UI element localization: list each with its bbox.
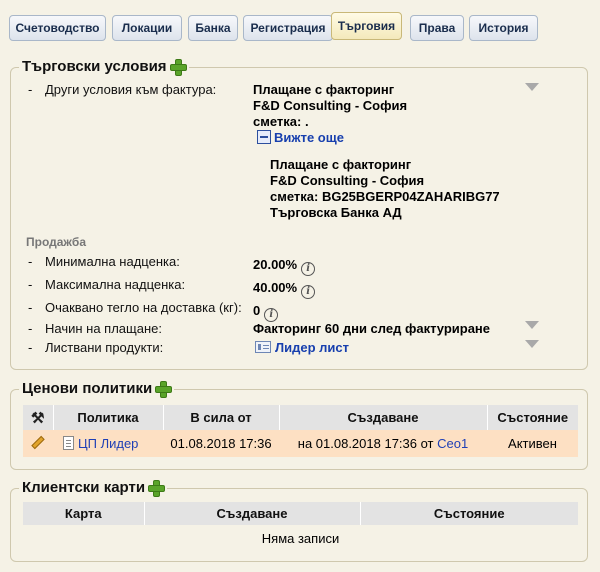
expand-invoice-terms-icon[interactable] <box>525 83 539 91</box>
max-markup-value: 40.00% i <box>253 280 316 299</box>
trade-terms-title: Търговски условия <box>22 58 167 75</box>
table-header-row: ⚒ Политика В сила от Създаване Състояние <box>23 405 578 430</box>
add-price-policy-icon[interactable] <box>154 380 173 398</box>
delivery-weight-label: Очаквано тегло на доставка (кг): <box>45 300 242 315</box>
tab-trade[interactable]: Търговия <box>331 12 402 40</box>
listed-products-label: Листвани продукти: <box>45 340 164 355</box>
created-by-link[interactable]: Ceo1 <box>437 436 468 451</box>
document-icon <box>63 436 74 450</box>
see-more-toggle[interactable]: Вижте още <box>257 130 344 145</box>
table-row: ЦП Лидер 01.08.2018 17:36 на 01.08.2018 … <box>23 430 578 457</box>
edit-cell[interactable] <box>23 430 53 457</box>
tab-history[interactable]: История <box>469 15 538 41</box>
bullet-dash: - <box>28 254 33 269</box>
empty-message: Няма записи <box>261 530 340 546</box>
payment-method-value: Факторинг 60 дни след фактуриране <box>253 321 491 336</box>
delivery-weight-text: 0 <box>253 303 261 318</box>
bullet-dash: - <box>28 340 33 355</box>
invoice-summary-line1: Плащане с факторинг <box>253 82 395 97</box>
add-client-card-icon[interactable] <box>147 479 166 497</box>
bullet-dash: - <box>28 82 33 97</box>
min-markup-value: 20.00% i <box>253 257 316 276</box>
trade-terms-legend: Търговски условия <box>19 58 189 76</box>
invoice-summary-line2: F&D Consulting - София <box>253 98 408 113</box>
created-cell: на 01.08.2018 17:36 от Ceo1 <box>279 430 487 457</box>
column-header: Политика <box>53 405 164 430</box>
info-icon[interactable]: i <box>301 285 316 299</box>
see-more-link[interactable]: Вижте още <box>274 130 344 145</box>
bullet-dash: - <box>28 277 33 292</box>
effective-from-cell: 01.08.2018 17:36 <box>163 430 279 457</box>
info-icon[interactable]: i <box>301 262 316 276</box>
pencil-icon[interactable] <box>31 435 45 450</box>
client-cards-legend: Клиентски карти <box>19 479 168 497</box>
info-icon[interactable]: i <box>264 308 279 322</box>
price-policies-table: ⚒ Политика В сила от Създаване Състояние… <box>23 405 578 457</box>
created-text: на 01.08.2018 17:36 от <box>297 436 434 451</box>
tab-locations[interactable]: Локации <box>112 15 182 41</box>
max-markup-label: Максимална надценка: <box>45 277 186 292</box>
invoice-summary-line3: сметка: . <box>253 114 309 129</box>
policy-link[interactable]: ЦП Лидер <box>78 436 138 451</box>
column-header: Карта <box>23 502 145 525</box>
column-header: Създаване <box>279 405 488 430</box>
price-policies-section: Ценови политики ⚒ Политика В сила от Съз… <box>10 380 588 470</box>
tab-accounting[interactable]: Счетоводство <box>9 15 106 41</box>
price-policies-title: Ценови политики <box>22 380 153 397</box>
trade-terms-section: Търговски условия - Други условия към фа… <box>10 58 588 370</box>
listed-products-value[interactable]: Лидер лист <box>255 340 349 355</box>
expand-payment-method-icon[interactable] <box>525 321 539 329</box>
column-header: В сила от <box>163 405 280 430</box>
column-header: Създаване <box>144 502 361 525</box>
policy-cell[interactable]: ЦП Лидер <box>53 430 163 457</box>
invoice-details-line3: сметка: BG25BGERP04ZAHARIBG77 <box>270 189 500 204</box>
add-trade-terms-icon[interactable] <box>169 58 187 76</box>
client-cards-table: Карта Създаване Състояние Няма записи <box>23 502 578 551</box>
max-markup-text: 40.00% <box>253 280 298 295</box>
price-policies-legend: Ценови политики <box>19 380 175 398</box>
status-cell: Активен <box>487 430 578 457</box>
invoice-details-line2: F&D Consulting - София <box>270 173 425 188</box>
client-cards-title: Клиентски карти <box>22 479 146 496</box>
tab-bank[interactable]: Банка <box>188 15 238 41</box>
tools-icon: ⚒ <box>31 409 45 427</box>
bullet-dash: - <box>28 321 33 336</box>
invoice-terms-label: Други условия към фактура: <box>45 82 217 97</box>
tab-rights[interactable]: Права <box>410 15 464 41</box>
min-markup-text: 20.00% <box>253 257 298 272</box>
payment-method-label: Начин на плащане: <box>45 321 162 336</box>
sales-section-label: Продажба <box>26 235 87 249</box>
empty-row: Няма записи <box>23 525 578 551</box>
min-markup-label: Минимална надценка: <box>45 254 180 269</box>
invoice-details-line1: Плащане с факторинг <box>270 157 412 172</box>
invoice-details-line4: Търговска Банка АД <box>270 205 402 220</box>
column-header: Състояние <box>360 502 578 525</box>
table-header-row: Карта Създаване Състояние <box>23 502 578 525</box>
bullet-dash: - <box>28 300 33 315</box>
tools-column-header: ⚒ <box>23 405 54 430</box>
column-header: Състояние <box>487 405 578 430</box>
list-icon <box>255 341 271 353</box>
delivery-weight-value: 0i <box>253 303 279 322</box>
client-cards-section: Клиентски карти Карта Създаване Състояни… <box>10 479 588 562</box>
listed-products-link[interactable]: Лидер лист <box>275 340 349 355</box>
expand-listed-products-icon[interactable] <box>525 340 539 348</box>
tab-registration[interactable]: Регистрация <box>243 15 333 41</box>
collapse-icon <box>257 130 271 144</box>
